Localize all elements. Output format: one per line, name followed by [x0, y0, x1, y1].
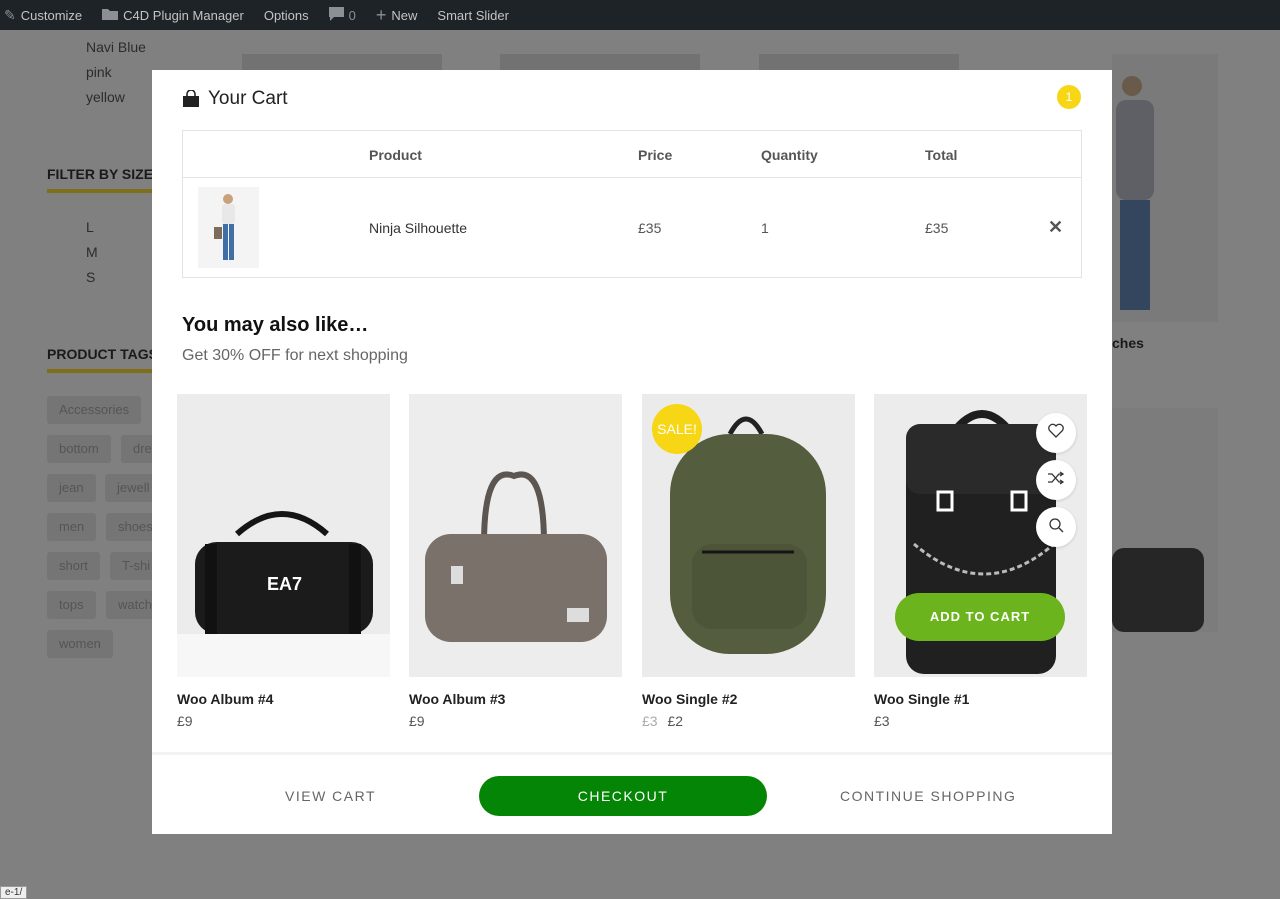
- col-quantity: Quantity: [761, 147, 818, 163]
- color-filter-item[interactable]: pink: [86, 64, 112, 80]
- product-price: £9: [177, 713, 193, 729]
- cart-modal: Your Cart 1 Product Price Quantity Total…: [152, 70, 1112, 834]
- admin-smart-slider[interactable]: Smart Slider: [427, 0, 519, 30]
- product-name[interactable]: Woo Single #1: [874, 691, 969, 707]
- admin-comments[interactable]: 0: [319, 0, 366, 30]
- related-title: You may also like…: [182, 314, 369, 336]
- color-filter-item[interactable]: yellow: [86, 89, 125, 105]
- product-price: £3 £2: [642, 713, 683, 729]
- product-tags-heading: PRODUCT TAGS: [47, 346, 158, 362]
- tag-item[interactable]: Accessories: [47, 396, 142, 424]
- product-image[interactable]: EA7: [177, 394, 390, 677]
- cart-table-header: Product Price Quantity Total: [183, 131, 1081, 178]
- admin-comments-count: 0: [348, 7, 356, 23]
- admin-new[interactable]: + New: [366, 0, 428, 30]
- col-price: Price: [638, 147, 673, 163]
- bg-product-image: [1112, 54, 1218, 322]
- bg-product-image: [1112, 408, 1218, 632]
- admin-plugin-manager[interactable]: C4D Plugin Manager: [92, 0, 254, 30]
- cart-item-quantity[interactable]: 1: [761, 220, 769, 236]
- heart-icon: [1048, 423, 1064, 443]
- product-price: £9: [409, 713, 425, 729]
- cart-item-name[interactable]: Ninja Silhouette: [369, 220, 467, 236]
- product-name[interactable]: Woo Single #2: [642, 691, 737, 707]
- tag-item[interactable]: men: [47, 513, 97, 541]
- admin-customize-label: Customize: [20, 7, 83, 23]
- tag-item[interactable]: women: [47, 630, 113, 658]
- search-icon: [1048, 517, 1064, 538]
- folder-icon: [102, 7, 119, 23]
- compare-button[interactable]: [1036, 460, 1076, 500]
- admin-bar: ✎ Customize C4D Plugin Manager Options 0…: [0, 0, 1280, 30]
- checkout-button[interactable]: CHECKOUT: [479, 776, 767, 816]
- size-filter-item[interactable]: L: [86, 219, 94, 235]
- remove-item-icon[interactable]: ✕: [1048, 217, 1063, 238]
- comment-icon: [328, 6, 344, 24]
- product-name[interactable]: Woo Album #3: [409, 691, 505, 707]
- url-tooltip: e-1/: [0, 886, 28, 899]
- cart-title-text: Your Cart: [208, 88, 288, 109]
- wishlist-button[interactable]: [1036, 413, 1076, 453]
- bg-product-name[interactable]: ches: [1112, 335, 1144, 351]
- product-old-price: £3: [642, 713, 658, 729]
- product-image[interactable]: [409, 394, 622, 677]
- admin-options-label: Options: [263, 7, 309, 23]
- admin-smart-slider-label: Smart Slider: [437, 7, 509, 23]
- size-filter-item[interactable]: S: [86, 269, 95, 285]
- add-to-cart-button[interactable]: ADD TO CART: [895, 593, 1065, 641]
- plus-icon: +: [375, 4, 387, 25]
- product-price: £3: [874, 713, 890, 729]
- tag-item[interactable]: bottom: [47, 435, 111, 463]
- bg-product-image: [759, 54, 959, 70]
- view-cart-link[interactable]: VIEW CART: [285, 788, 376, 804]
- heading-underline: [47, 369, 152, 373]
- size-filter-item[interactable]: M: [86, 244, 98, 260]
- product-name[interactable]: Woo Album #4: [177, 691, 273, 707]
- cart-count-badge: 1: [1057, 85, 1081, 109]
- admin-new-label: New: [391, 7, 418, 23]
- brush-icon: ✎: [4, 6, 16, 23]
- filter-size-heading: FILTER BY SIZE: [47, 166, 154, 182]
- admin-plugin-manager-label: C4D Plugin Manager: [123, 7, 244, 23]
- cart-table: Product Price Quantity Total Ninja Silho…: [182, 130, 1082, 278]
- tag-item[interactable]: jean: [47, 474, 96, 502]
- tag-item[interactable]: tops: [47, 591, 96, 619]
- sale-badge: SALE!: [652, 404, 702, 454]
- heading-underline: [47, 189, 152, 193]
- col-total: Total: [925, 147, 958, 163]
- cart-item-thumbnail[interactable]: [198, 187, 259, 268]
- continue-shopping-link[interactable]: CONTINUE SHOPPING: [840, 788, 1016, 804]
- shopping-bag-icon: [182, 89, 200, 108]
- color-filter-item[interactable]: Navi Blue: [86, 39, 146, 55]
- admin-customize[interactable]: ✎ Customize: [0, 0, 92, 30]
- cart-footer: VIEW CART CHECKOUT CONTINUE SHOPPING: [152, 752, 1112, 834]
- bg-product-image: [500, 54, 700, 70]
- product-sale-price: £2: [667, 713, 684, 729]
- cart-item-total: £35: [925, 220, 949, 236]
- cart-title: Your Cart: [182, 88, 288, 110]
- related-subtitle: Get 30% OFF for next shopping: [182, 347, 408, 364]
- cart-item-price: £35: [638, 220, 662, 236]
- admin-options[interactable]: Options: [254, 0, 319, 30]
- bg-product-image: [242, 54, 442, 70]
- tag-item[interactable]: short: [47, 552, 100, 580]
- svg-text:EA7: EA7: [267, 574, 302, 594]
- col-product: Product: [369, 147, 422, 163]
- shuffle-icon: [1047, 470, 1065, 490]
- quickview-button[interactable]: [1036, 507, 1076, 547]
